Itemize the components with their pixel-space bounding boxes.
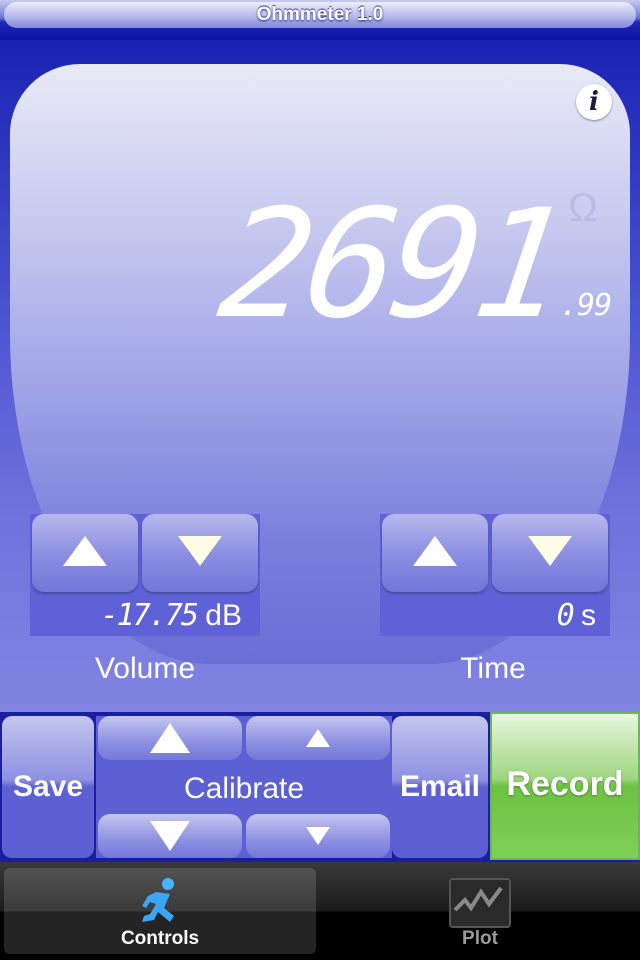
plot-icon bbox=[449, 878, 511, 928]
volume-up-button[interactable] bbox=[32, 514, 138, 592]
arrow-up-icon bbox=[63, 536, 107, 566]
ohm-unit: Ω bbox=[568, 186, 598, 230]
time-up-button[interactable] bbox=[382, 514, 488, 592]
arrow-down-icon bbox=[178, 536, 222, 566]
tab-controls-label: Controls bbox=[120, 928, 200, 949]
arrow-up-small-icon bbox=[306, 729, 330, 747]
time-value: 0 bbox=[556, 598, 575, 633]
time-label: Time bbox=[460, 652, 526, 685]
calibrate-up-small-button[interactable] bbox=[246, 716, 390, 760]
time-panel: 0 s bbox=[380, 514, 610, 636]
volume-value: -17.75 bbox=[100, 598, 199, 633]
app-title: Ohmmeter 1.0 bbox=[256, 4, 384, 25]
calibrate-down-small-button[interactable] bbox=[246, 814, 390, 858]
arrow-up-icon bbox=[150, 723, 190, 753]
title-bar: Ohmmeter 1.0 bbox=[0, 0, 640, 41]
tab-bar: Controls Plot bbox=[0, 862, 640, 960]
time-unit: s bbox=[581, 599, 596, 632]
calibrate-control: Calibrate bbox=[96, 716, 392, 858]
calibrate-up-large-button[interactable] bbox=[98, 716, 242, 760]
resistance-decimal: .99 bbox=[560, 288, 612, 323]
save-button[interactable]: Save bbox=[2, 716, 94, 858]
time-readout: 0 s bbox=[380, 598, 596, 633]
calibrate-down-large-button[interactable] bbox=[98, 814, 242, 858]
arrow-down-icon bbox=[528, 536, 572, 566]
tab-plot-label: Plot bbox=[462, 928, 498, 949]
volume-down-button[interactable] bbox=[142, 514, 258, 592]
email-button[interactable]: Email bbox=[392, 716, 488, 858]
volume-readout: -17.75 dB bbox=[30, 598, 242, 633]
arrow-down-small-icon bbox=[306, 827, 330, 845]
running-man-icon bbox=[142, 878, 174, 922]
control-strip: Save Calibrate Email Record bbox=[0, 712, 640, 862]
resistance-reading: 2691 bbox=[210, 178, 573, 352]
calibrate-label: Calibrate bbox=[183, 772, 305, 805]
info-button[interactable]: i bbox=[576, 84, 612, 120]
record-button[interactable]: Record bbox=[490, 712, 640, 860]
arrow-down-icon bbox=[150, 821, 190, 851]
volume-unit: dB bbox=[205, 599, 242, 632]
meter-stage: i 2691 Ω .99 -17.75 dB Volume 0 s Time bbox=[0, 40, 640, 712]
tab-controls[interactable]: Controls bbox=[4, 868, 316, 954]
arrow-up-icon bbox=[413, 536, 457, 566]
volume-panel: -17.75 dB bbox=[30, 514, 260, 636]
volume-label: Volume bbox=[94, 652, 196, 685]
plot-line-icon bbox=[453, 886, 503, 912]
tab-plot[interactable]: Plot bbox=[324, 868, 636, 954]
time-down-button[interactable] bbox=[492, 514, 608, 592]
